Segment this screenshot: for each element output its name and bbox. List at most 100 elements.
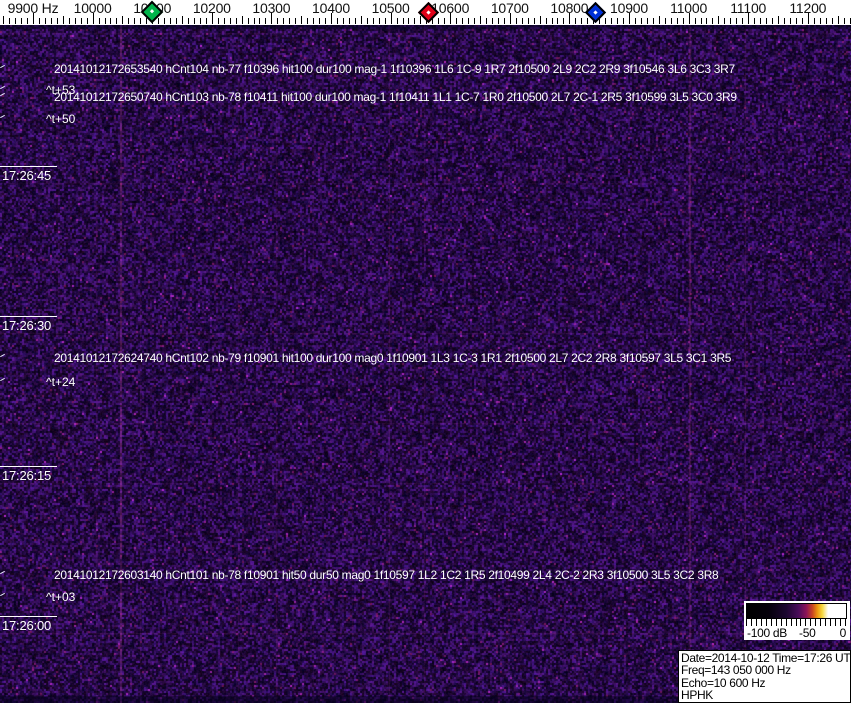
marker-center-dot	[593, 9, 597, 13]
ruler-tick	[105, 18, 106, 24]
ruler-frequency-label: 10900	[610, 0, 648, 16]
frequency-ruler: 9900 Hz100001010010200103001040010500106…	[0, 0, 851, 25]
ruler-tick	[742, 18, 743, 24]
event-time-offset-label: ^t+50	[46, 112, 75, 126]
ruler-tick	[665, 18, 666, 24]
ruler-tick	[724, 18, 725, 24]
ruler-tick	[349, 18, 350, 24]
ruler-frequency-label: 11000	[670, 0, 707, 16]
ruler-tick	[790, 18, 791, 24]
ruler-tick	[575, 18, 576, 24]
ruler-tick	[760, 18, 761, 24]
ruler-frequency-label: 10800	[550, 0, 588, 16]
ruler-tick	[683, 18, 684, 24]
ruler-tick	[659, 16, 660, 24]
ruler-tick	[820, 18, 821, 24]
ruler-tick	[3, 16, 4, 24]
ruler-frequency-label: 11100	[730, 0, 766, 16]
ruler-tick	[39, 18, 40, 24]
ruler-tick	[832, 18, 833, 24]
ruler-tick	[766, 18, 767, 24]
ruler-tick	[313, 18, 314, 24]
ruler-tick	[754, 18, 755, 24]
ruler-tick	[695, 18, 696, 24]
ruler-tick	[528, 18, 529, 24]
ruler-tick	[307, 18, 308, 24]
ruler-tick	[492, 18, 493, 24]
ruler-tick	[355, 18, 356, 24]
ruler-tick	[176, 18, 177, 24]
ruler-tick	[778, 16, 779, 24]
legend-tick	[766, 619, 767, 626]
marker-center-dot	[150, 9, 154, 13]
ruler-tick	[456, 18, 457, 24]
ruler-tick	[838, 16, 839, 24]
legend-tick	[835, 619, 836, 626]
ruler-tick	[325, 18, 326, 24]
ruler-tick	[730, 18, 731, 24]
event-time-offset-label: ^t+24	[46, 375, 75, 389]
legend-tick	[805, 619, 806, 626]
ruler-tick	[182, 16, 183, 24]
meteor-event-record: 20141012172653540 hCnt104 nb-77 f10396 h…	[54, 62, 735, 76]
legend-tick	[751, 619, 752, 626]
legend-tick	[771, 619, 772, 626]
info-frequency: Freq=143 050 000 Hz	[681, 664, 850, 676]
ruler-tick	[51, 18, 52, 24]
time-gridline	[0, 616, 57, 617]
ruler-tick	[116, 18, 117, 24]
ruler-tick	[826, 18, 827, 24]
legend-tick	[746, 619, 747, 626]
legend-tick	[830, 619, 831, 626]
ruler-tick	[802, 18, 803, 24]
ruler-tick	[403, 18, 404, 24]
ruler-tick	[468, 18, 469, 24]
ruler-tick	[134, 18, 135, 24]
marker-center-dot	[426, 9, 430, 13]
ruler-tick	[385, 18, 386, 24]
legend-tick	[840, 619, 841, 626]
ruler-tick	[516, 18, 517, 24]
ruler-tick	[194, 18, 195, 24]
ruler-tick	[653, 18, 654, 24]
ruler-frequency-label: 10500	[372, 0, 410, 16]
ruler-tick	[784, 18, 785, 24]
legend-tick	[776, 619, 777, 626]
ruler-tick	[289, 18, 290, 24]
ruler-tick	[140, 18, 141, 24]
legend-tick	[791, 619, 792, 626]
legend-tick	[756, 619, 757, 626]
ruler-tick	[367, 18, 368, 24]
ruler-tick	[718, 16, 719, 24]
ruler-tick	[641, 18, 642, 24]
ruler-tick	[236, 18, 237, 24]
time-gridline	[0, 466, 57, 467]
ruler-tick	[200, 18, 201, 24]
ruler-tick	[259, 18, 260, 24]
spectrogram-app-window: 9900 Hz100001010010200103001040010500106…	[0, 0, 851, 703]
time-axis-label: 17:26:00	[2, 618, 51, 633]
ruler-frequency-label: 10300	[252, 0, 290, 16]
ruler-tick	[242, 16, 243, 24]
ruler-tick	[277, 18, 278, 24]
ruler-tick	[480, 16, 481, 24]
meteor-event-record: 20141012172624740 hCnt102 nb-79 f10901 h…	[54, 351, 731, 365]
legend-tick	[825, 619, 826, 626]
ruler-tick	[504, 18, 505, 24]
ruler-tick	[45, 18, 46, 24]
ruler-tick	[188, 18, 189, 24]
ruler-tick	[57, 18, 58, 24]
ruler-tick	[635, 18, 636, 24]
ruler-tick	[170, 18, 171, 24]
ruler-tick	[379, 18, 380, 24]
ruler-tick	[557, 18, 558, 24]
ruler-tick	[27, 18, 28, 24]
ruler-tick	[158, 18, 159, 24]
info-box: Date=2014-10-12 Time=17:26 UTC Freq=143 …	[678, 650, 851, 703]
ruler-tick	[343, 18, 344, 24]
legend-tick	[781, 619, 782, 626]
ruler-tick	[337, 18, 338, 24]
ruler-tick	[319, 18, 320, 24]
ruler-tick	[122, 16, 123, 24]
legend-tick	[820, 619, 821, 626]
